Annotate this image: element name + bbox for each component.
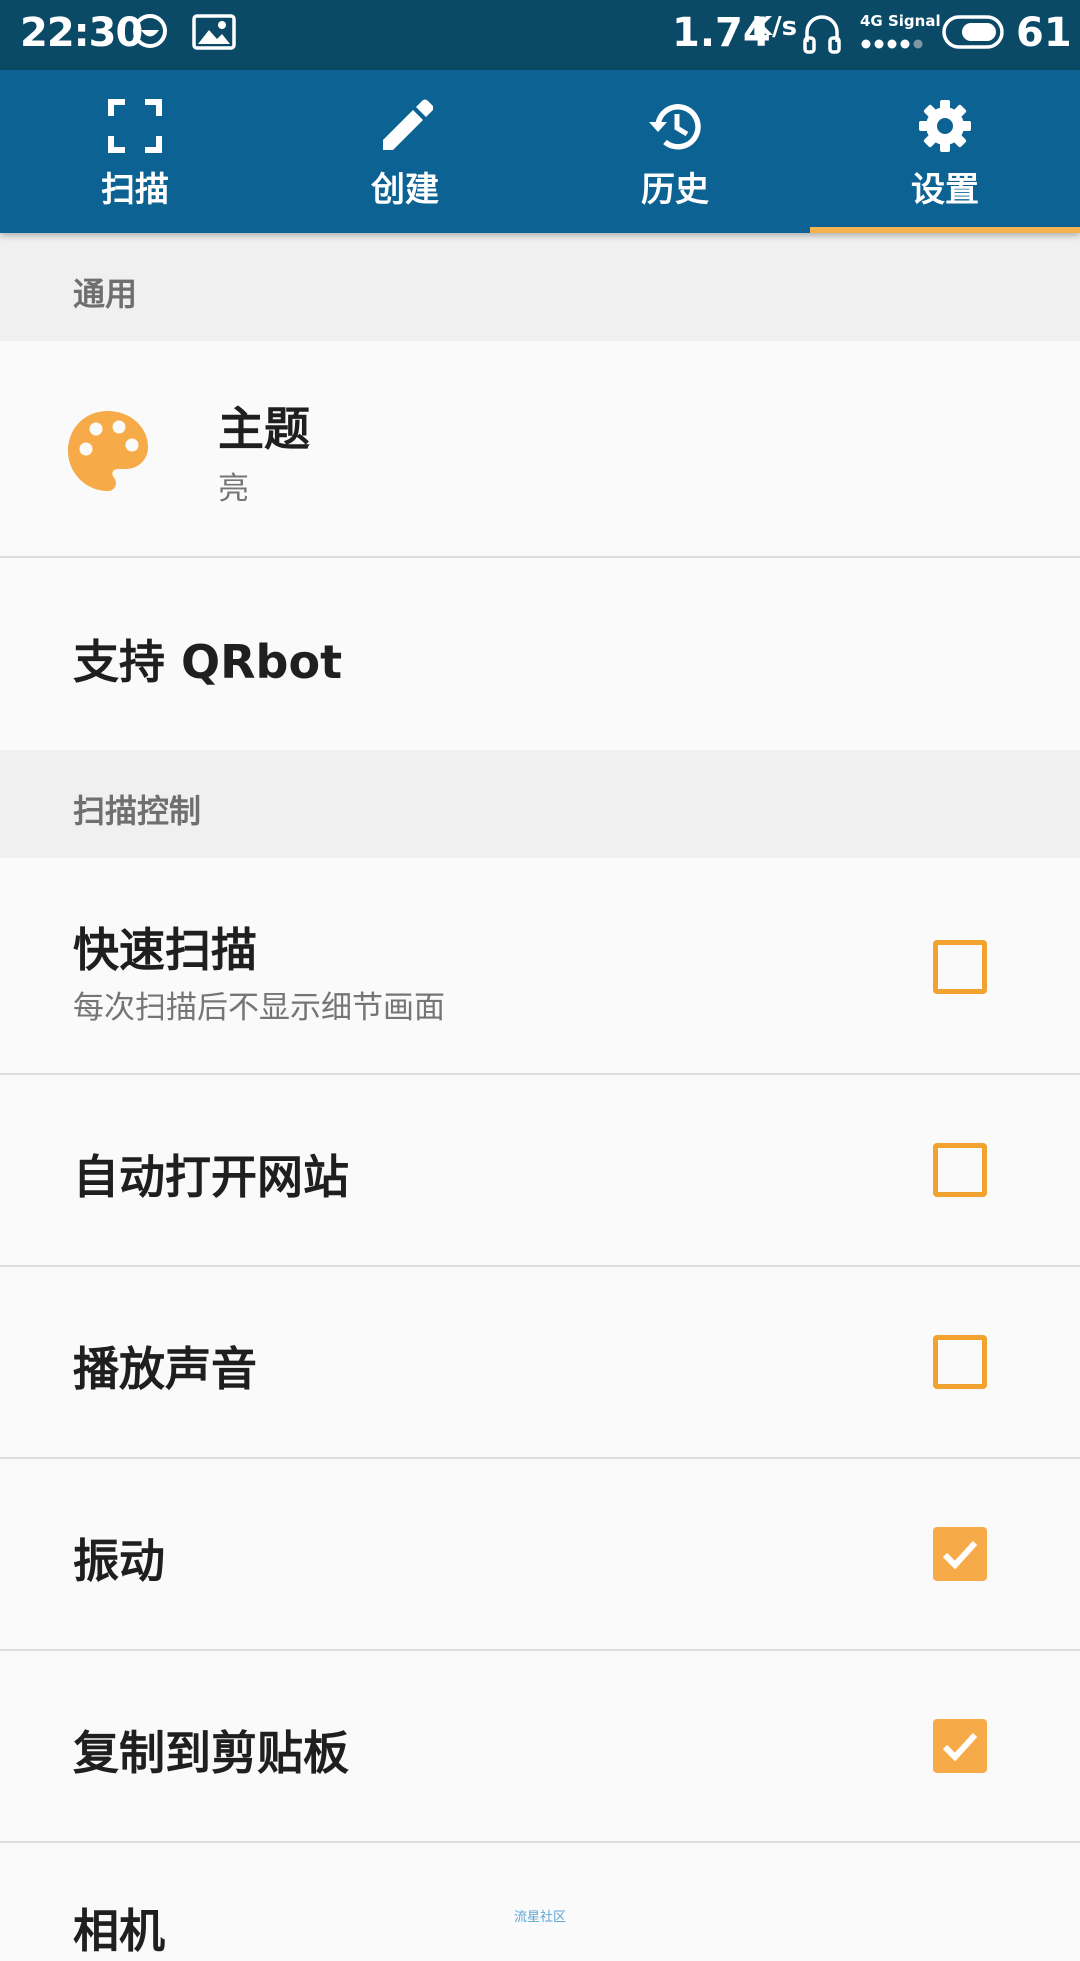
battery-level: 61	[1016, 10, 1072, 56]
setting-play-sound-title: 播放声音	[73, 1342, 257, 1396]
headphones-icon	[803, 15, 841, 54]
active-tab-indicator	[810, 227, 1080, 233]
copy-clipboard-checkbox[interactable]	[933, 1719, 987, 1773]
gear-icon	[919, 100, 971, 152]
setting-play-sound[interactable]: 播放声音	[0, 1267, 1080, 1459]
setting-auto-open[interactable]: 自动打开网站	[0, 1075, 1080, 1267]
setting-camera-title: 相机	[73, 1904, 165, 1958]
setting-support-title: 支持 QRbot	[73, 635, 343, 689]
section-title-scan-control: 扫描控制	[73, 792, 202, 830]
checkmark-icon	[942, 1732, 978, 1762]
status-time: 22:30	[20, 10, 143, 56]
emoji-notification-icon	[133, 14, 167, 48]
setting-support[interactable]: 支持 QRbot	[0, 558, 1080, 750]
vibrate-checkbox[interactable]	[933, 1527, 987, 1581]
setting-vibrate-title: 振动	[73, 1534, 165, 1588]
signal-strength-icon	[861, 39, 923, 49]
setting-copy-clipboard-title: 复制到剪贴板	[73, 1726, 349, 1780]
palette-icon	[68, 411, 148, 491]
tab-create-label: 创建	[371, 170, 439, 210]
setting-copy-clipboard[interactable]: 复制到剪贴板	[0, 1651, 1080, 1843]
tab-history[interactable]: 历史	[540, 70, 810, 233]
tab-bar: 扫描 创建 历史 设置	[0, 70, 1080, 233]
tab-settings-label: 设置	[911, 170, 979, 210]
tab-scan[interactable]: 扫描	[0, 70, 270, 233]
watermark: 流星社区	[514, 1910, 567, 1925]
history-icon	[649, 104, 701, 150]
pencil-icon	[383, 99, 433, 150]
signal-label: 4G Signal	[860, 12, 941, 30]
section-title-general: 通用	[73, 275, 138, 313]
status-bar: 22:30 1.74 K/s 4G Signal 61	[0, 0, 1080, 70]
section-header-scan-control: 扫描控制	[0, 750, 1080, 858]
setting-vibrate[interactable]: 振动	[0, 1459, 1080, 1651]
tab-history-label: 历史	[641, 170, 709, 210]
setting-theme-value: 亮	[218, 471, 249, 507]
checkmark-icon	[942, 1540, 978, 1570]
setting-quick-scan-title: 快速扫描	[73, 923, 257, 977]
network-speed-unit: K/s	[752, 12, 798, 42]
tab-create[interactable]: 创建	[270, 70, 540, 233]
setting-theme-title: 主题	[218, 402, 310, 456]
tab-settings[interactable]: 设置	[810, 70, 1080, 233]
auto-open-checkbox[interactable]	[933, 1143, 987, 1197]
toggle-status-icon	[942, 15, 1004, 49]
setting-quick-scan-subtitle: 每次扫描后不显示细节画面	[73, 990, 445, 1026]
setting-theme[interactable]: 主题 亮	[0, 341, 1080, 558]
quick-scan-checkbox[interactable]	[933, 940, 987, 994]
play-sound-checkbox[interactable]	[933, 1335, 987, 1389]
section-header-general: 通用	[0, 233, 1080, 341]
setting-auto-open-title: 自动打开网站	[73, 1150, 349, 1204]
image-notification-icon	[192, 14, 236, 50]
tab-scan-label: 扫描	[101, 170, 169, 210]
scan-frame-icon	[108, 99, 162, 153]
setting-quick-scan[interactable]: 快速扫描 每次扫描后不显示细节画面	[0, 858, 1080, 1075]
